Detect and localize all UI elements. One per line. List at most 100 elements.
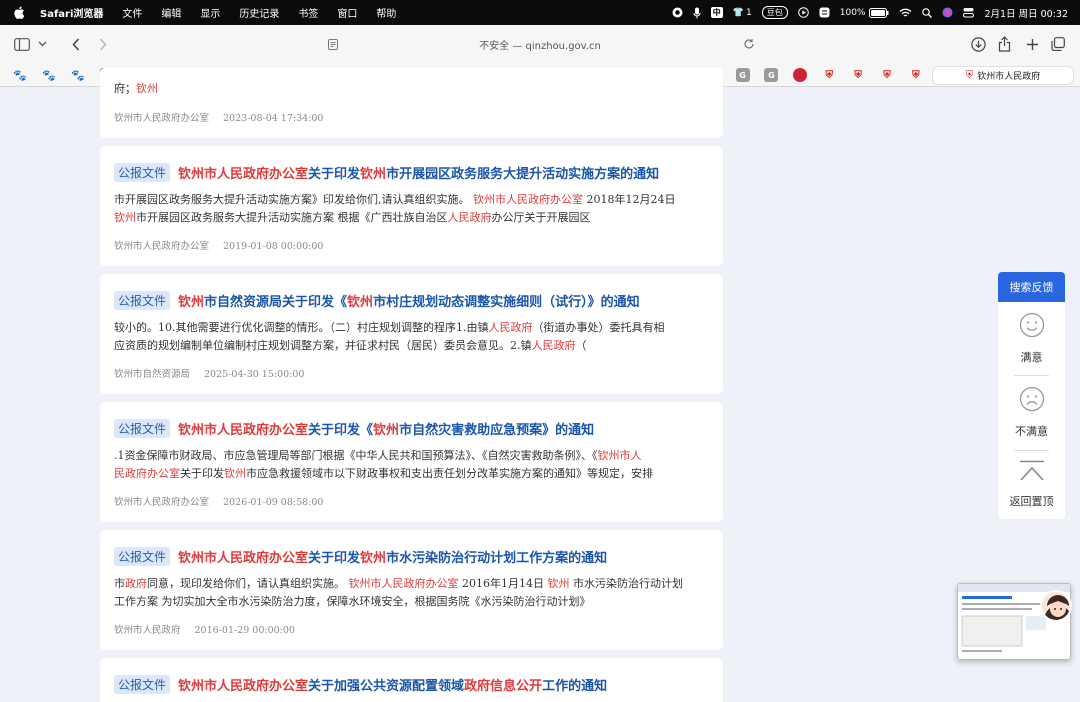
play-icon[interactable]: [797, 7, 809, 18]
satisfied-button[interactable]: 满意: [998, 312, 1065, 365]
paw-icon[interactable]: 🐾: [42, 68, 56, 82]
highlight-keyword: 钦州市人民政府办公室: [178, 551, 309, 566]
app-switch-icon[interactable]: [819, 7, 830, 18]
text-run: 同意，现印发给你们，请认真组织实施。: [147, 577, 349, 590]
reload-icon[interactable]: [741, 34, 757, 54]
avatar: [1040, 590, 1072, 622]
text-run: 市开展园区政务服务大提升活动实施方案的通知: [386, 167, 660, 182]
paw-icon[interactable]: 🐾: [13, 68, 27, 82]
battery-icon[interactable]: [869, 7, 889, 18]
new-tab-icon[interactable]: [1023, 34, 1041, 54]
category-tag: 公报文件: [114, 675, 171, 694]
text-run: .1资金保障市财政局、市应急管理局等部门根据《中华人民共和国预算法》、《自然灾害…: [114, 449, 598, 462]
text-run: 市水污染防治行动计划工作方案的通知: [386, 551, 608, 566]
round-logo-icon[interactable]: [793, 68, 808, 82]
back-to-top-button[interactable]: 返回置顶: [998, 460, 1065, 509]
forward-button[interactable]: [95, 34, 111, 54]
text-run: 市开展园区政务服务大提升活动实施方案 根据《广西壮族自治区: [136, 211, 448, 224]
search-result-card: 公报文件 钦州市人民政府办公室关于加强公共资源配置领域政府信息公开工作的通知: [100, 658, 723, 702]
result-snippet-line: 民政府办公室关于印发钦州市应急救援领域市以下财政事权和支出责任划分改革实施方案的…: [114, 465, 710, 483]
shirt-icon[interactable]: 👕 1: [733, 8, 752, 18]
gov-emblem-icon[interactable]: ⛨: [909, 68, 923, 82]
result-title-row: 公报文件 钦州市人民政府办公室关于印发钦州市开展园区政务服务大提升活动实施方案的通…: [114, 163, 659, 182]
category-tag: 公报文件: [114, 419, 171, 438]
result-meta: 钦州市人民政府办公室 2019-01-08 00:00:00: [114, 238, 337, 252]
result-source: 钦州市人民政府办公室: [114, 497, 210, 508]
result-snippet-line: 市政府同意，现印发给你们，请认真组织实施。 钦州市人民政府办公室 2016年1月…: [114, 575, 710, 593]
text-run: 府；: [114, 82, 136, 95]
highlight-keyword: 钦州: [347, 295, 374, 310]
highlight-keyword: 钦州: [360, 167, 387, 182]
downloads-icon[interactable]: [969, 34, 987, 54]
highlight-keyword: 钦州: [136, 82, 158, 95]
result-title-link[interactable]: 钦州市人民政府办公室关于印发钦州市开展园区政务服务大提升活动实施方案的通知: [178, 163, 659, 182]
siri-icon[interactable]: [942, 7, 953, 18]
gov-emblem-icon[interactable]: ⛨: [822, 68, 836, 82]
highlight-keyword: 钦州: [224, 467, 246, 480]
text-run: 关于印发: [180, 467, 224, 480]
text-run: 市: [114, 577, 125, 590]
result-date: 2016-01-29 00:00:00: [194, 625, 295, 636]
result-date: 2019-01-08 00:00:00: [223, 241, 324, 252]
douban-icon[interactable]: 豆包: [761, 6, 788, 19]
share-icon[interactable]: [995, 34, 1013, 54]
result-meta: 钦州市人民政府办公室 2026-01-09 08:58:00: [114, 494, 337, 508]
result-source: 钦州市人民政府办公室: [114, 113, 210, 124]
status-tray: 中 👕 1 豆包 100% 2月1日 周日 00:32: [662, 0, 1080, 25]
feedback-header[interactable]: 搜索反馈: [998, 272, 1065, 302]
gov-emblem-icon[interactable]: ⛨: [851, 68, 865, 82]
microphone-icon[interactable]: [693, 7, 701, 19]
result-title-link[interactable]: 钦州市人民政府办公室关于印发钦州市水污染防治行动计划工作方案的通知: [178, 547, 607, 566]
highlight-keyword: 钦州: [547, 577, 570, 590]
wifi-icon[interactable]: [899, 8, 912, 18]
result-source: 钦州市自然资源局: [114, 369, 191, 380]
paw-icon[interactable]: 🐾: [71, 68, 85, 82]
menu-edit[interactable]: 编辑: [161, 5, 181, 20]
text-run: （: [575, 339, 587, 352]
highlight-keyword: 民政府办公室: [114, 467, 180, 480]
back-button[interactable]: [68, 34, 84, 54]
floating-preview-thumbnail[interactable]: [957, 583, 1072, 660]
address-text: 不安全 — qinzhou.gov.cn: [479, 40, 601, 52]
g-icon[interactable]: G: [764, 68, 779, 82]
g-icon[interactable]: G: [735, 68, 750, 82]
result-date: 2026-01-09 08:58:00: [223, 497, 324, 508]
highlight-keyword: 钦州市人民政府办公室: [473, 193, 583, 206]
text-run: （街道办事处）委托具有相: [532, 321, 665, 334]
result-snippet-line: 钦州市开展园区政务服务大提升活动实施方案 根据《广西壮族自治区人民政府办公厅关于…: [114, 209, 710, 227]
feedback-panel: 搜索反馈 满意 不满意 返回置顶: [998, 272, 1065, 519]
record-icon[interactable]: [672, 7, 683, 18]
highlight-keyword: 钦州: [114, 211, 136, 224]
text-run: 工作的通知: [542, 679, 608, 694]
address-bar[interactable]: 不安全 — qinzhou.gov.cn: [320, 30, 760, 58]
satisfied-label: 满意: [1020, 351, 1043, 364]
gov-emblem-icon[interactable]: ⛨: [880, 68, 894, 82]
active-tab[interactable]: ⛨ 钦州市人民政府: [932, 66, 1074, 85]
sidebar-toggle-icon[interactable]: [13, 34, 31, 54]
result-date: 2023-08-04 17:34:00: [223, 113, 324, 124]
unsatisfied-button[interactable]: 不满意: [998, 386, 1065, 439]
result-snippet-line: 工作方案 为切实加大全市水污染防治力度，保障水环境安全，根据国务院《水污染防治行…: [114, 593, 710, 611]
input-method-icon[interactable]: 中: [710, 7, 723, 18]
control-center-icon[interactable]: [963, 7, 975, 18]
menu-window[interactable]: 窗口: [337, 5, 357, 20]
category-tag: 公报文件: [114, 291, 171, 310]
menu-file[interactable]: 文件: [122, 5, 142, 20]
chevron-down-icon[interactable]: [36, 34, 48, 54]
result-title-link[interactable]: 钦州市人民政府办公室关于印发《钦州市自然灾害救助应急预案》的通知: [178, 419, 594, 438]
tab-overview-icon[interactable]: [1049, 34, 1067, 54]
menu-app-name[interactable]: Safari浏览器: [40, 5, 103, 20]
result-meta: 钦州市自然资源局 2025-04-30 15:00:00: [114, 366, 318, 380]
menu-history[interactable]: 历史记录: [239, 5, 279, 20]
menu-help[interactable]: 帮助: [376, 5, 396, 20]
text-run: 2018年12月24日: [583, 193, 676, 206]
result-title-link[interactable]: 钦州市人民政府办公室关于加强公共资源配置领域政府信息公开工作的通知: [178, 675, 607, 694]
spotlight-search-icon[interactable]: [922, 7, 933, 18]
menubar-clock[interactable]: 2月1日 周日 00:32: [984, 6, 1068, 20]
result-snippet-line: .1资金保障市财政局、市应急管理局等部门根据《中华人民共和国预算法》、《自然灾害…: [114, 447, 710, 465]
menu-view[interactable]: 显示: [200, 5, 220, 20]
text-run: 关于印发《: [308, 423, 374, 438]
result-title-link[interactable]: 钦州市自然资源局关于印发《钦州市村庄规划动态调整实施细则（试行）》的通知: [178, 291, 640, 310]
apple-icon[interactable]: [12, 6, 26, 20]
menu-bookmarks[interactable]: 书签: [298, 5, 318, 20]
